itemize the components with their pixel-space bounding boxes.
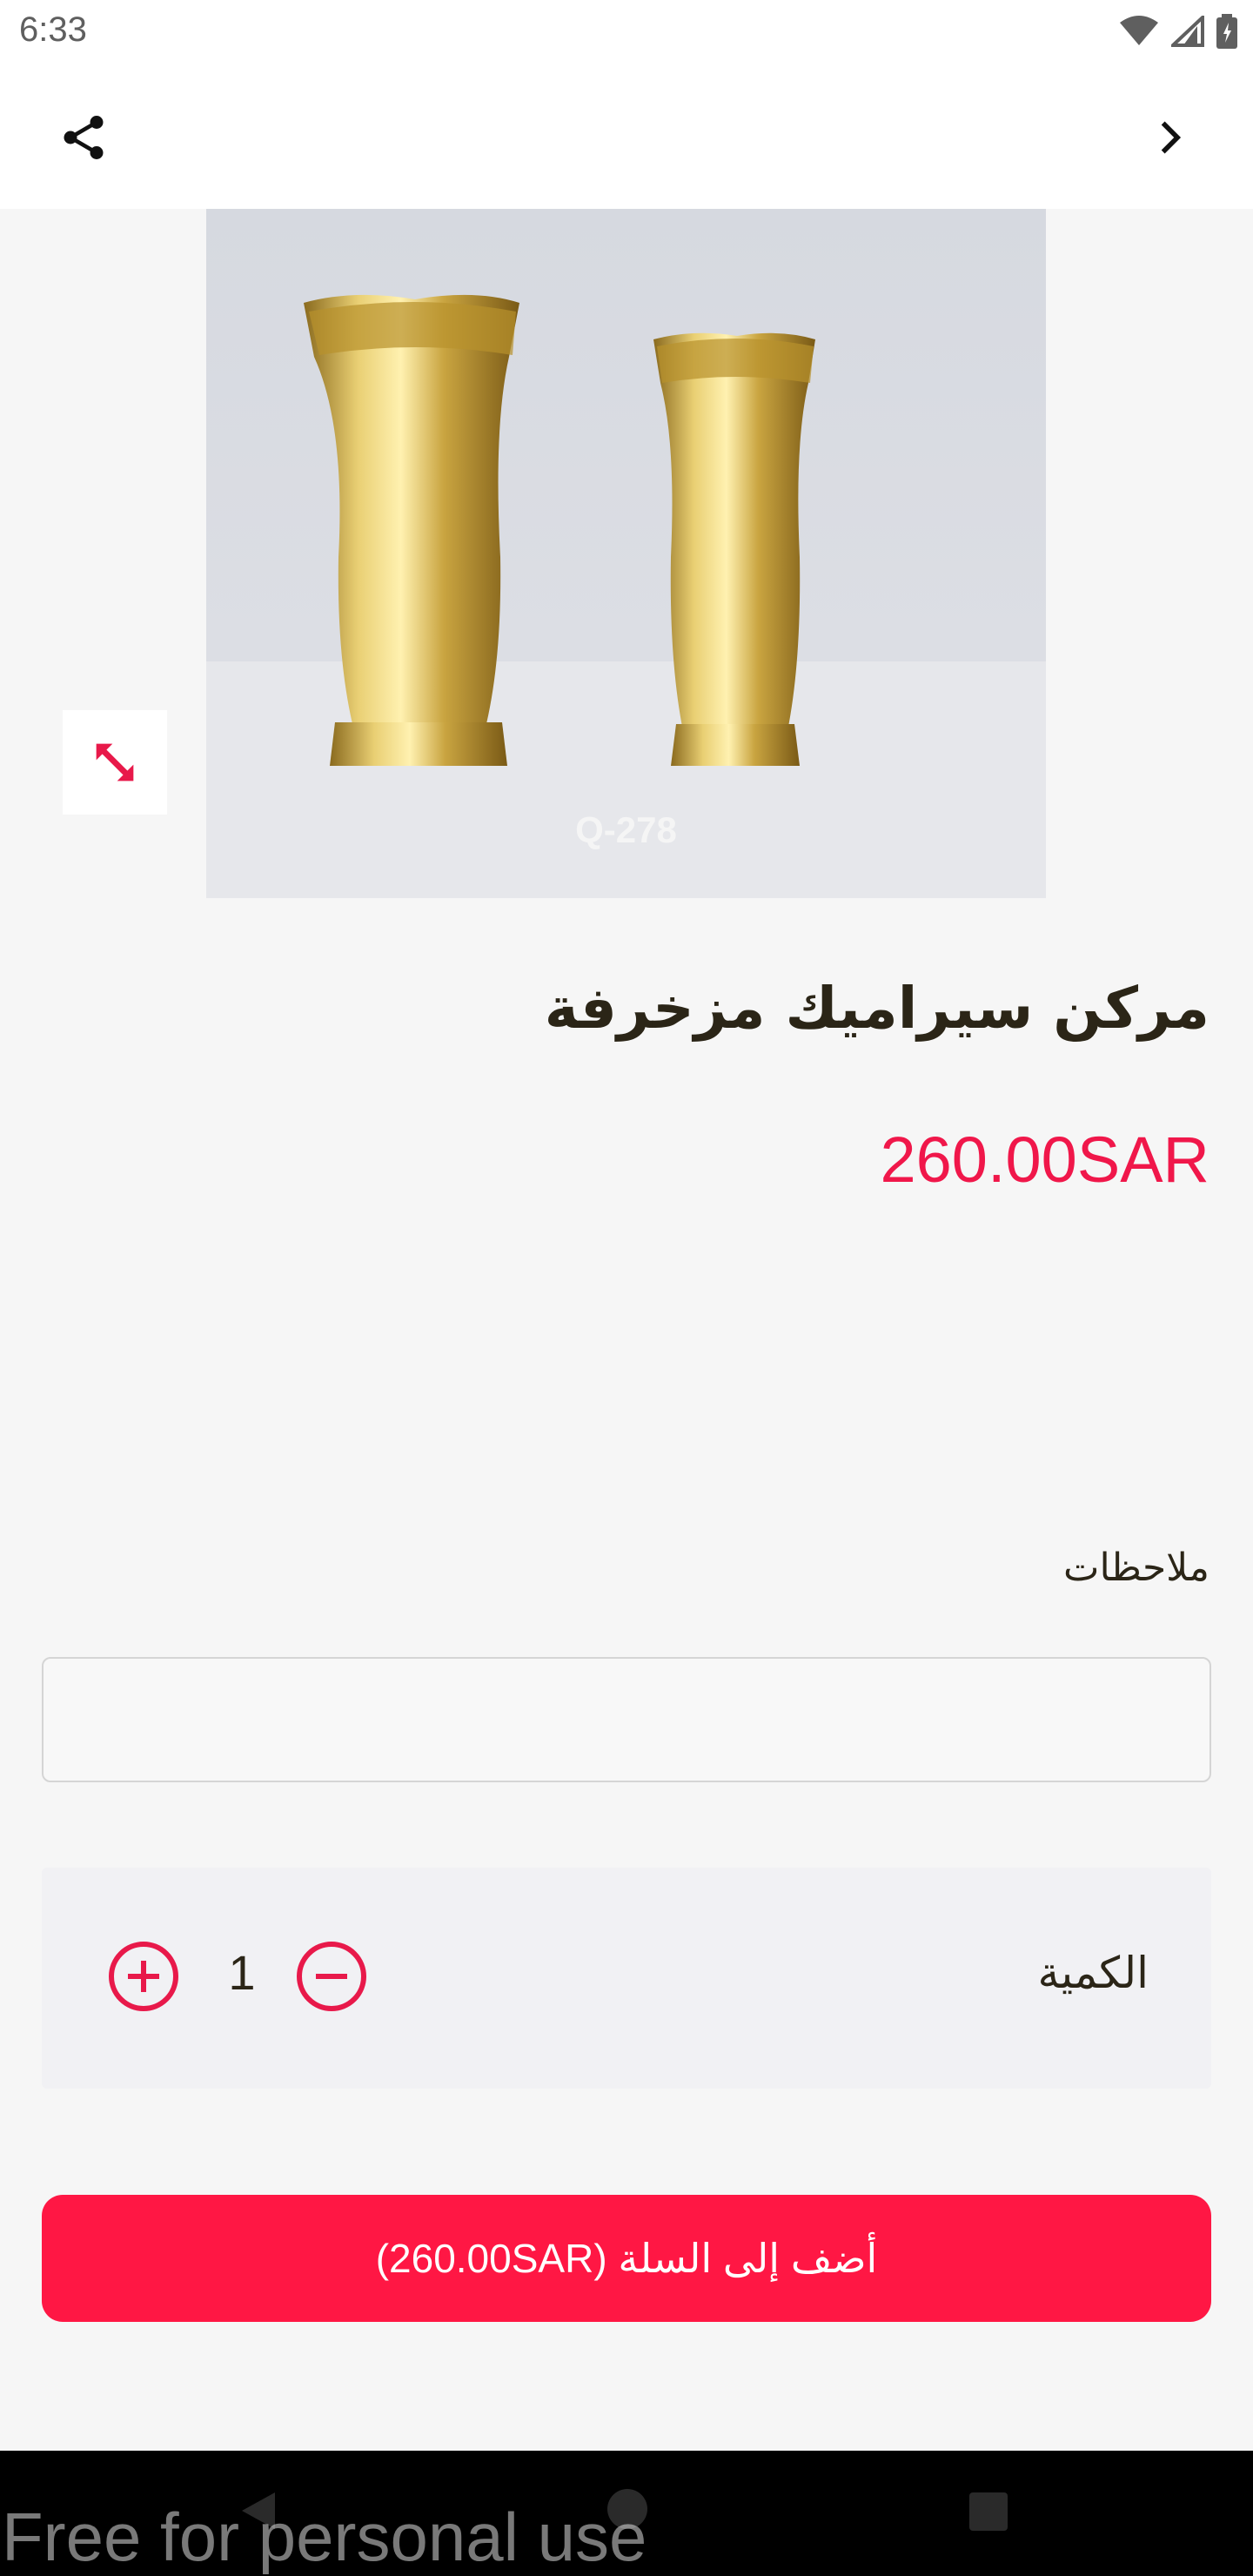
share-button[interactable] xyxy=(52,106,115,169)
plus-circle-icon xyxy=(109,1942,178,2011)
minus-circle-icon xyxy=(297,1942,366,2011)
quantity-label: الكمية xyxy=(1037,1948,1149,1998)
expand-button[interactable] xyxy=(63,710,167,815)
expand-icon xyxy=(96,743,134,782)
quantity-panel: الكمية 1 xyxy=(42,1868,1211,2089)
back-button[interactable] xyxy=(1138,106,1201,169)
product-image[interactable]: Q-278 xyxy=(206,209,1046,898)
status-bar: 6:33 xyxy=(0,0,1253,63)
product-title: مركن سيراميك مزخرفة xyxy=(544,975,1209,1042)
product-price: 260.00SAR xyxy=(880,1124,1210,1196)
share-icon xyxy=(64,116,104,159)
signal-icon xyxy=(1171,16,1204,47)
notes-input[interactable] xyxy=(42,1657,1211,1782)
add-to-cart-button[interactable]: أضف إلى السلة (260.00SAR) xyxy=(42,2195,1211,2322)
status-icons xyxy=(1119,12,1237,50)
increase-quantity-button[interactable] xyxy=(104,1937,183,2016)
quantity-value: 1 xyxy=(228,1945,256,2000)
add-to-cart-label: أضف إلى السلة (260.00SAR) xyxy=(375,2236,878,2281)
chevron-right-icon xyxy=(1161,121,1182,154)
vases-illustration xyxy=(206,294,1046,898)
decrease-quantity-button[interactable] xyxy=(292,1937,371,2016)
app-bar xyxy=(0,63,1253,209)
status-time: 6:33 xyxy=(19,10,87,49)
wifi-icon xyxy=(1120,16,1158,45)
notes-label: ملاحظات xyxy=(1063,1546,1209,1590)
nav-recents-icon[interactable] xyxy=(969,2492,1008,2531)
battery-icon xyxy=(1216,14,1237,49)
image-caption: Q-278 xyxy=(575,809,677,850)
watermark: Free for personal use xyxy=(2,2499,647,2575)
